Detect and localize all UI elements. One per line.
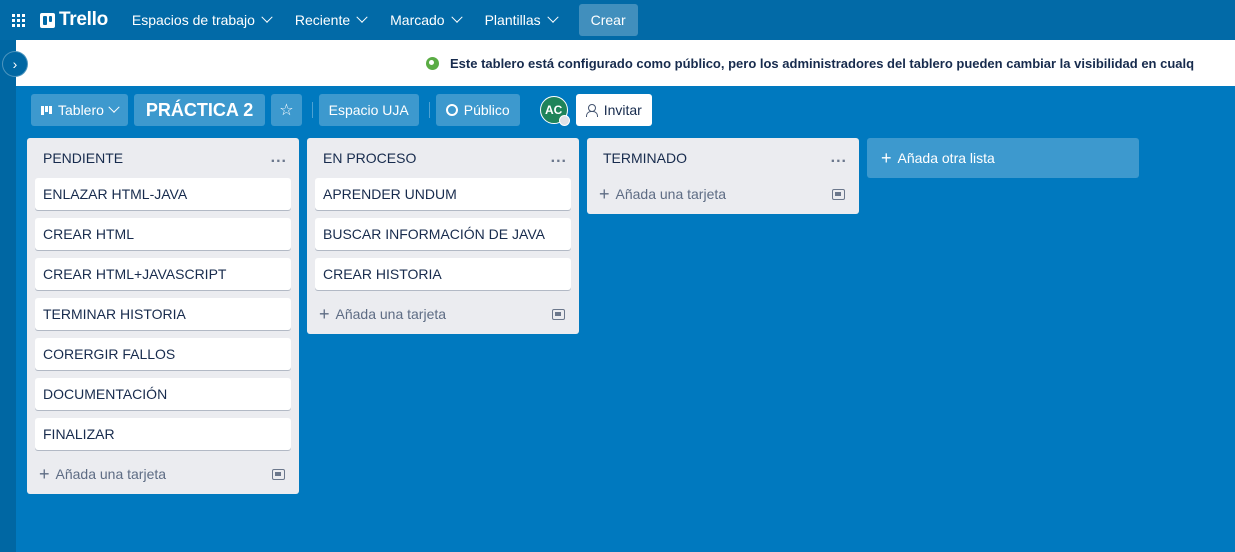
divider [428,102,430,118]
avatar-initials: AC [545,103,563,117]
card[interactable]: BUSCAR INFORMACIÓN DE JAVA [315,218,571,250]
add-card-label: Añada una tarjeta [335,306,447,322]
board-title[interactable]: PRÁCTICA 2 [133,94,266,126]
add-card-label: Añada una tarjeta [55,466,167,482]
workspace-button[interactable]: Espacio UJA [318,94,419,126]
add-card-row: + Añada una tarjeta [307,298,579,330]
card[interactable]: CREAR HTML+JAVASCRIPT [35,258,291,290]
card[interactable]: TERMINAR HISTORIA [35,298,291,330]
chevron-right-icon: › [12,56,18,72]
visibility-label: Público [463,102,510,118]
list-title[interactable]: EN PROCESO [323,150,416,166]
visibility-banner: Este tablero está configurado como públi… [0,40,1235,86]
list-menu-icon[interactable]: ... [551,149,567,167]
view-label: Tablero [58,102,104,118]
globe-icon [426,56,439,70]
nav-menu-workspaces[interactable]: Espacios de trabajo [122,4,281,36]
list-en-proceso: EN PROCESO ... APRENDER UNDUM BUSCAR INF… [307,138,579,334]
chevron-down-icon [261,11,273,23]
star-board-button[interactable]: ☆ [271,94,302,126]
chevron-down-icon [356,11,368,23]
card[interactable]: ENLAZAR HTML-JAVA [35,178,291,210]
nav-menu-starred[interactable]: Marcado [380,4,470,36]
list-title[interactable]: PENDIENTE [43,150,123,166]
invite-label: Invitar [603,102,642,118]
card-template-icon[interactable] [552,308,565,320]
chevron-down-icon [546,11,559,23]
banner-text: Este tablero está configurado como públi… [450,55,1195,71]
card[interactable]: FINALIZAR [35,418,291,450]
trello-board-icon [40,12,55,28]
chevron-down-icon [450,11,463,23]
member-avatar[interactable]: AC [539,96,570,126]
card[interactable]: APRENDER UNDUM [315,178,571,210]
add-card-row: + Añada una tarjeta [587,178,859,210]
board-view-switcher[interactable]: Tablero [31,94,128,126]
card-template-icon[interactable] [272,468,285,480]
nav-menu-recent[interactable]: Reciente [285,4,376,36]
add-card-label: Añada una tarjeta [615,186,727,202]
trello-logo[interactable]: Trello [40,9,108,31]
nav-menu-templates[interactable]: Plantillas [475,4,567,36]
card[interactable]: CORERGIR FALLOS [35,338,291,370]
top-navigation-bar: Trello Espacios de trabajo Reciente Marc… [0,0,1235,40]
sidebar-rail [0,40,16,552]
plus-icon: + [319,304,330,324]
divider [311,102,313,118]
invite-button[interactable]: Invitar [575,94,652,126]
list-pendiente: PENDIENTE ... ENLAZAR HTML-JAVA CREAR HT… [27,138,299,494]
add-card-button[interactable]: + Añada una tarjeta [319,305,446,323]
nav-menu-label: Reciente [294,12,351,28]
board-view-icon [41,105,52,115]
visibility-button[interactable]: Público [435,94,520,126]
add-card-button[interactable]: + Añada una tarjeta [39,465,166,483]
card[interactable]: CREAR HTML [35,218,291,250]
nav-menu-label: Espacios de trabajo [131,12,255,28]
plus-icon: + [599,184,610,204]
add-person-icon [585,104,598,117]
list-header: PENDIENTE ... [27,138,299,178]
list-header: EN PROCESO ... [307,138,579,178]
plus-icon: + [881,148,892,168]
list-terminado: TERMINADO ... + Añada una tarjeta [587,138,859,214]
chevron-down-icon [108,101,120,113]
list-menu-icon[interactable]: ... [271,149,287,167]
add-card-button[interactable]: + Añada una tarjeta [599,185,726,203]
board-header: Tablero PRÁCTICA 2 ☆ Espacio UJA Público… [31,94,652,126]
globe-icon [445,104,458,116]
card[interactable]: DOCUMENTACIÓN [35,378,291,410]
logo-text: Trello [59,9,108,30]
app-switcher-button[interactable] [0,0,36,40]
grid-icon [11,13,25,27]
admin-badge-icon [558,115,570,126]
card[interactable]: CREAR HISTORIA [315,258,571,290]
nav-menu-label: Plantillas [484,12,541,28]
add-list-label: Añada otra lista [897,150,995,166]
list-menu-icon[interactable]: ... [831,149,847,167]
nav-menu-label: Marcado [390,12,445,28]
sidebar-expand-button[interactable]: › [2,51,28,77]
card-template-icon[interactable] [832,188,845,200]
list-title[interactable]: TERMINADO [603,150,687,166]
create-button[interactable]: Crear [578,4,638,36]
list-header: TERMINADO ... [587,138,859,178]
star-icon: ☆ [279,102,294,119]
add-card-row: + Añada una tarjeta [27,458,299,490]
add-list-button[interactable]: + Añada otra lista [867,138,1139,178]
plus-icon: + [39,464,50,484]
